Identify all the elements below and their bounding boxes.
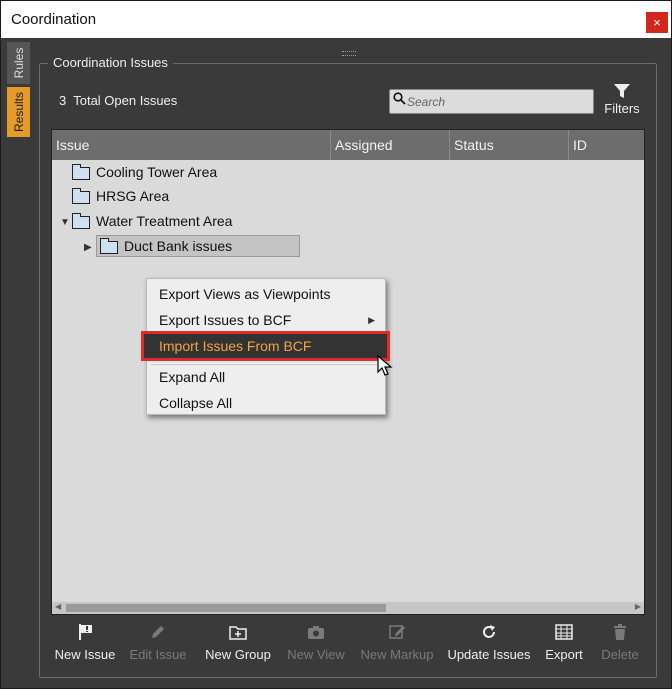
new-group-button[interactable]: New Group [201, 623, 275, 663]
folder-icon [72, 187, 90, 204]
menu-item-export-viewpoints[interactable]: Export Views as Viewpoints [147, 282, 385, 306]
window-title: Coordination [11, 11, 97, 28]
new-view-label: New View [287, 647, 345, 662]
column-header-issue[interactable]: Issue [52, 130, 331, 160]
scroll-left-icon[interactable]: ◀ [55, 602, 61, 611]
coordination-window: Coordination × Rules Results Coordinatio… [0, 0, 672, 689]
title-bar: Coordination × [1, 1, 671, 38]
table-header: Issue Assigned Status ID [52, 130, 644, 160]
new-markup-button[interactable]: New Markup [357, 623, 437, 663]
tree-row-duct-bank[interactable]: ▶ Duct Bank issues [84, 235, 300, 257]
menu-item-collapse-all[interactable]: Collapse All [147, 391, 385, 415]
flag-icon [79, 624, 92, 640]
column-header-id[interactable]: ID [569, 130, 644, 160]
new-folder-icon [229, 626, 247, 640]
search-input[interactable]: Search [389, 89, 594, 114]
menu-item-export-bcf[interactable]: Export Issues to BCF ▶ [147, 308, 385, 332]
tree-row-water-treatment[interactable]: ▼ Water Treatment Area [60, 212, 233, 235]
mouse-cursor-icon [377, 355, 393, 376]
delete-button[interactable]: Delete [597, 623, 643, 663]
markup-icon [389, 625, 405, 639]
new-view-button[interactable]: New View [283, 623, 349, 663]
update-issues-button[interactable]: Update Issues [445, 623, 533, 663]
scroll-right-icon[interactable]: ▶ [635, 602, 641, 611]
close-button[interactable]: × [646, 12, 668, 33]
context-menu: Export Views as Viewpoints Export Issues… [141, 278, 390, 415]
new-issue-label: New Issue [54, 647, 116, 662]
filters-label: Filters [604, 101, 640, 116]
export-label: Export [545, 647, 583, 662]
tab-rules-label: Rules [11, 47, 26, 79]
new-markup-label: New Markup [360, 647, 434, 662]
tree-row-label: Duct Bank issues [124, 238, 233, 254]
edit-issue-button[interactable]: Edit Issue [125, 623, 191, 663]
pencil-icon [152, 626, 164, 638]
column-header-status[interactable]: Status [450, 130, 569, 160]
folder-icon [72, 212, 90, 229]
filters-button[interactable]: Filters [601, 83, 643, 121]
export-button[interactable]: Export [541, 623, 587, 663]
submenu-arrow-icon: ▶ [368, 315, 375, 325]
tab-rules[interactable]: Rules [7, 42, 30, 84]
new-group-label: New Group [205, 647, 271, 662]
tree-row-label: HRSG Area [96, 188, 170, 204]
search-placeholder: Search [407, 95, 446, 109]
folder-icon [72, 163, 90, 180]
filter-icon [614, 84, 630, 98]
trash-icon [614, 624, 626, 640]
scrollbar-thumb[interactable] [66, 604, 386, 612]
column-header-assigned[interactable]: Assigned [331, 130, 450, 160]
new-issue-button[interactable]: New Issue [53, 623, 117, 663]
horizontal-scrollbar[interactable]: ◀ ▶ [52, 602, 644, 614]
tab-results-label: Results [11, 91, 26, 133]
menu-item-import-bcf[interactable]: Import Issues From BCF [141, 331, 390, 361]
open-issues-count: 3 [59, 93, 67, 108]
group-title: Coordination Issues [48, 55, 173, 70]
open-issues-summary: 3 Total Open Issues [59, 93, 177, 108]
tab-results[interactable]: Results [7, 87, 30, 137]
tree-row-label: Cooling Tower Area [96, 164, 218, 180]
edit-issue-label: Edit Issue [129, 647, 187, 662]
update-issues-label: Update Issues [447, 647, 531, 662]
open-issues-label: Total Open Issues [73, 93, 178, 108]
grid-icon [555, 624, 573, 640]
refresh-icon [483, 625, 495, 638]
tree-row-label: Water Treatment Area [96, 213, 233, 229]
menu-item-expand-all[interactable]: Expand All [147, 365, 385, 389]
camera-icon [308, 626, 324, 639]
folder-icon [100, 237, 118, 254]
tree-expander-collapsed[interactable]: ▶ [84, 242, 96, 253]
tree-row-cooling-tower[interactable]: Cooling Tower Area [60, 163, 218, 186]
menu-item-label: Export Issues to BCF [159, 312, 292, 328]
delete-label: Delete [601, 647, 639, 662]
search-icon [393, 92, 406, 108]
drag-grip[interactable] [342, 51, 356, 56]
tree-expander-expanded[interactable]: ▼ [60, 217, 72, 228]
tree-row-hrsg[interactable]: HRSG Area [60, 187, 170, 210]
